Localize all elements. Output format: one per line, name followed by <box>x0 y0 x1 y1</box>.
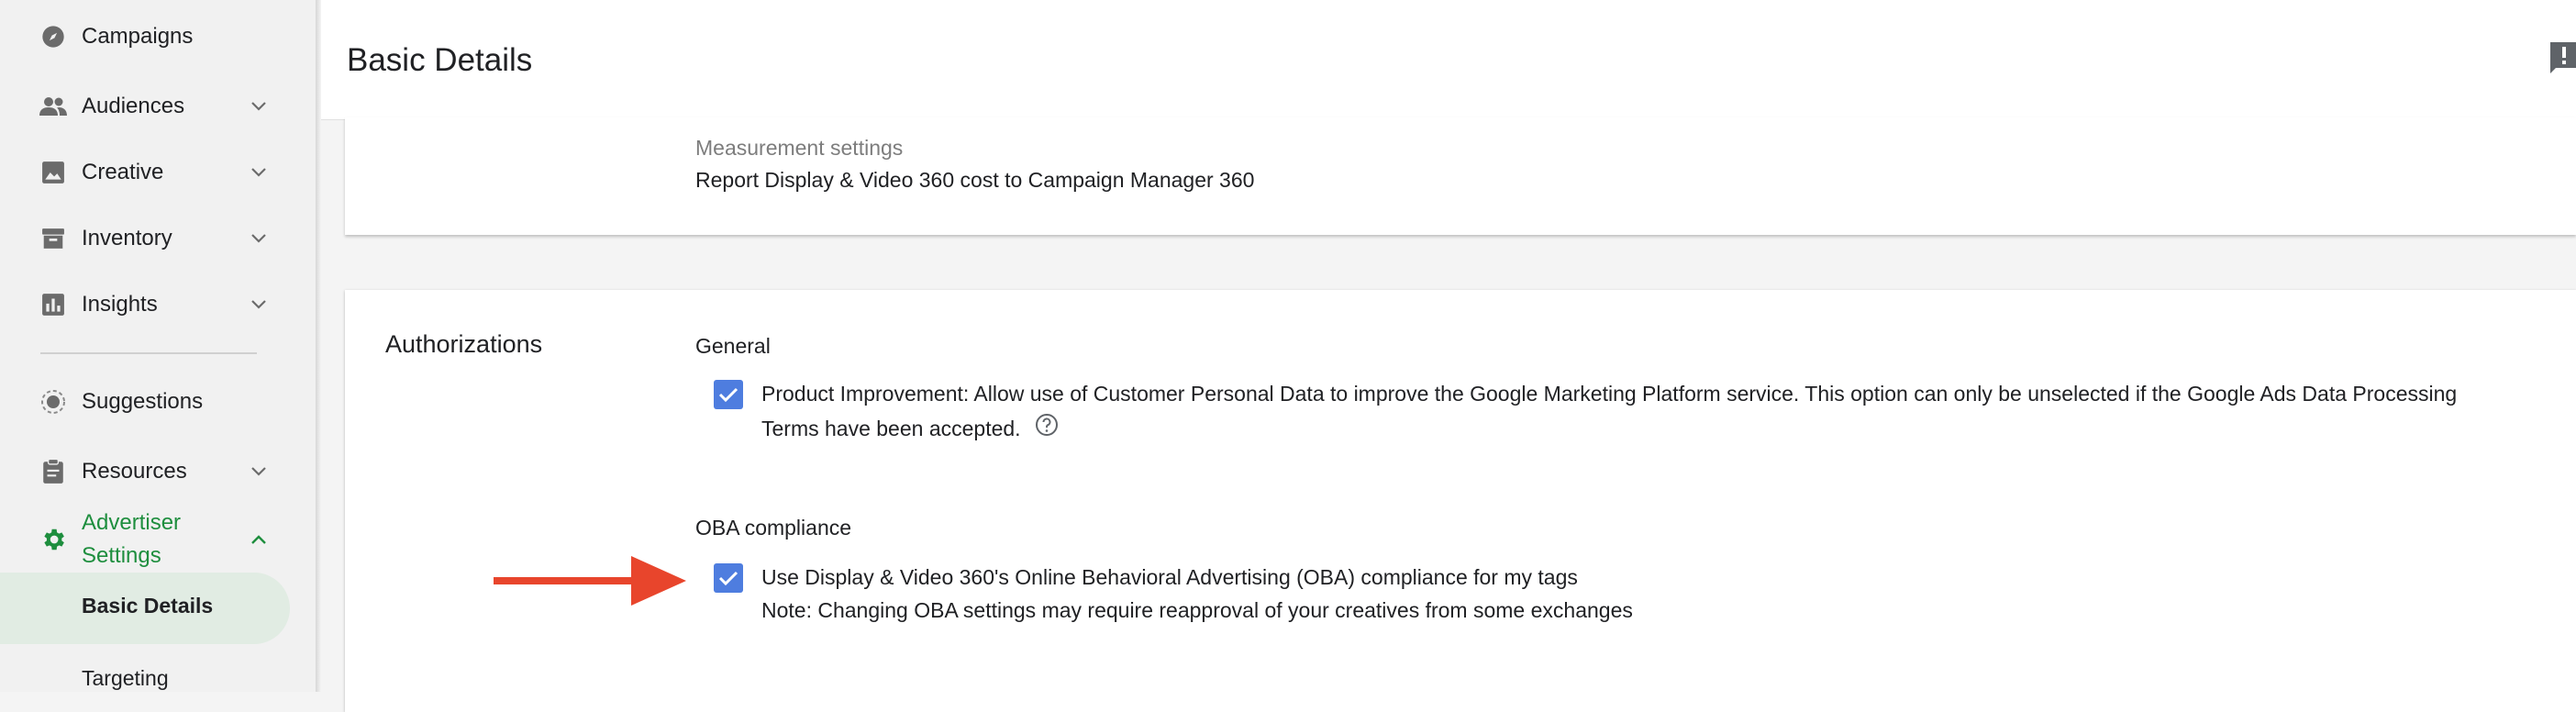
help-icon[interactable] <box>1035 413 1059 437</box>
image-icon <box>39 158 68 187</box>
annotation-arrow-icon <box>494 556 686 606</box>
product-improvement-checkbox[interactable] <box>714 380 743 409</box>
chevron-down-icon <box>246 292 272 317</box>
sidebar: Campaigns Audiences Creative Inventory I… <box>0 0 316 692</box>
checkmark-icon <box>718 571 738 586</box>
chevron-up-icon <box>246 527 272 552</box>
clipboard-icon <box>39 457 68 486</box>
authorizations-title: Authorizations <box>385 330 543 358</box>
sidebar-item-label: Audiences <box>82 94 185 118</box>
page-title: Basic Details <box>347 42 533 78</box>
sidebar-item-label: Advertiser Settings <box>82 506 181 573</box>
archive-icon <box>39 224 68 253</box>
oba-compliance-note: Note: Changing OBA settings may require … <box>761 598 1633 622</box>
sidebar-item-label: Campaigns <box>82 24 194 49</box>
sidebar-item-audiences[interactable]: Audiences <box>0 79 316 134</box>
measurement-settings-value: Report Display & Video 360 cost to Campa… <box>695 168 1255 192</box>
sidebar-subitem-targeting[interactable]: Targeting <box>0 653 316 705</box>
chevron-down-icon <box>246 94 272 119</box>
sidebar-item-label: Suggestions <box>82 389 204 414</box>
sidebar-item-insights[interactable]: Insights <box>0 277 316 332</box>
chevron-down-icon <box>246 160 272 185</box>
sidebar-subitem-label: Targeting <box>82 666 169 690</box>
product-improvement-text-line1: Product Improvement: Allow use of Custom… <box>761 382 2458 406</box>
sidebar-item-label-line2: Settings <box>82 543 161 568</box>
people-icon <box>39 92 68 121</box>
sidebar-item-inventory[interactable]: Inventory <box>0 211 316 266</box>
chevron-down-icon <box>246 459 272 484</box>
oba-compliance-heading: OBA compliance <box>695 516 852 540</box>
sidebar-item-label: Insights <box>82 292 158 317</box>
sidebar-divider <box>40 352 257 354</box>
chevron-down-icon <box>246 226 272 251</box>
sidebar-subitem-label: Basic Details <box>82 594 214 617</box>
general-heading: General <box>695 334 771 358</box>
suggestions-icon <box>39 387 68 417</box>
sidebar-item-label: Creative <box>82 160 164 184</box>
sidebar-item-creative[interactable]: Creative <box>0 145 316 200</box>
sidebar-subitem-basic-details[interactable]: Basic Details <box>0 573 290 644</box>
measurement-settings-card: Measurement settings Report Display & Vi… <box>345 117 2576 235</box>
compass-icon <box>39 22 68 51</box>
page-header: Basic Details <box>321 0 2576 120</box>
sidebar-item-campaigns[interactable]: Campaigns <box>0 9 316 64</box>
sidebar-item-suggestions[interactable]: Suggestions <box>0 374 316 429</box>
sidebar-item-label: Resources <box>82 459 187 484</box>
oba-compliance-checkbox[interactable] <box>714 563 743 593</box>
product-improvement-text-line2: Terms have been accepted. <box>761 417 1021 440</box>
sidebar-item-label: Inventory <box>82 226 172 250</box>
sidebar-item-advertiser-settings[interactable]: Advertiser Settings <box>0 503 316 576</box>
feedback-icon[interactable] <box>2547 40 2576 77</box>
sidebar-item-resources[interactable]: Resources <box>0 444 316 499</box>
sidebar-item-label-line1: Advertiser <box>82 510 182 535</box>
gear-icon <box>39 525 68 554</box>
measurement-settings-label: Measurement settings <box>695 136 904 160</box>
bar-chart-icon <box>39 290 68 319</box>
checkmark-icon <box>718 387 738 403</box>
oba-compliance-text-line1: Use Display & Video 360's Online Behavio… <box>761 565 1578 589</box>
authorizations-card: Authorizations General Product Improveme… <box>345 290 2576 712</box>
